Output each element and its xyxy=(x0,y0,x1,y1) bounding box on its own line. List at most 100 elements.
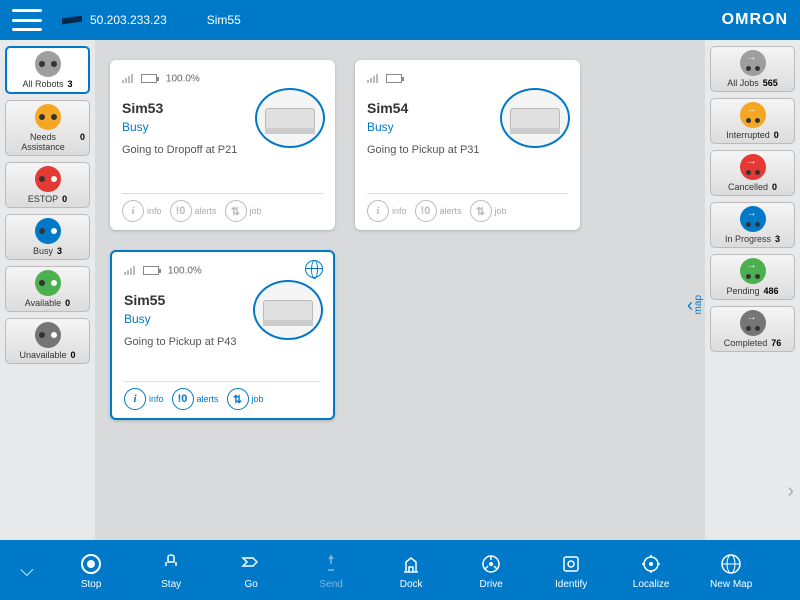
bottom-bar: ⌵ Stop Stay Go Send Dock Drive Identify Localiz… xyxy=(0,540,800,600)
filter-count: 486 xyxy=(764,286,779,296)
robot-card[interactable]: 100.0% Sim53 Busy Going to Dropoff at P2… xyxy=(110,60,335,230)
robot-filter-estop[interactable]: ESTOP 0 xyxy=(5,162,90,208)
filter-label: Completed xyxy=(724,338,768,348)
robot-image xyxy=(253,280,323,340)
go-button[interactable]: Go xyxy=(224,551,279,590)
signal-icon xyxy=(122,73,133,83)
main-area: 100.0% Sim53 Busy Going to Dropoff at P2… xyxy=(95,40,705,540)
ip-address: 50.203.233.23 xyxy=(90,13,167,27)
brand-logo: OMRON xyxy=(722,11,788,29)
filter-count: 0 xyxy=(772,182,777,192)
job-button[interactable]: ⇅job xyxy=(225,200,262,222)
signal-icon xyxy=(367,73,378,83)
job-status-icon xyxy=(740,154,766,180)
card-footer: iinfo !0alerts ⇅job xyxy=(124,381,321,410)
robot-image xyxy=(255,88,325,148)
filter-count: 3 xyxy=(775,234,780,244)
battery-icon xyxy=(141,74,157,83)
identify-icon xyxy=(558,551,584,577)
filter-count: 0 xyxy=(774,130,779,140)
button-label: Localize xyxy=(633,579,670,590)
job-button[interactable]: ⇅job xyxy=(227,388,264,410)
robot-status-icon xyxy=(35,166,61,192)
job-filter-cancelled[interactable]: Cancelled 0 xyxy=(710,150,795,196)
button-label: New Map xyxy=(710,579,752,590)
filter-count: 565 xyxy=(763,78,778,88)
button-label: Stop xyxy=(81,579,102,590)
button-label: Identify xyxy=(555,579,587,590)
dock-icon xyxy=(398,551,424,577)
robot-filter-all-robots[interactable]: All Robots 3 xyxy=(5,46,90,94)
new-map-icon xyxy=(718,551,744,577)
drive-icon xyxy=(478,551,504,577)
robot-card[interactable]: Sim54 Busy Going to Pickup at P31 iinfo … xyxy=(355,60,580,230)
signal-icon xyxy=(124,265,135,275)
robot-status-icon xyxy=(35,51,61,77)
robot-status-icon xyxy=(35,270,61,296)
job-filter-all-jobs[interactable]: All Jobs 565 xyxy=(710,46,795,92)
dock-button[interactable]: Dock xyxy=(384,551,439,590)
right-sidebar: All Jobs 565Interrupted 0Cancelled 0In P… xyxy=(705,40,800,540)
filter-label: Needs Assistance xyxy=(10,132,76,152)
alerts-button[interactable]: !0alerts xyxy=(172,388,219,410)
expand-icon[interactable]: ⌵ xyxy=(20,560,34,581)
job-filter-pending[interactable]: Pending 486 xyxy=(710,254,795,300)
menu-icon[interactable] xyxy=(12,9,42,31)
left-sidebar: All Robots 3 Needs Assistance 0 ESTOP 0 Bus… xyxy=(0,40,95,540)
robot-filter-available[interactable]: Available 0 xyxy=(5,266,90,312)
filter-label: All Jobs xyxy=(727,78,759,88)
robot-filter-busy[interactable]: Busy 3 xyxy=(5,214,90,260)
localize-button[interactable]: Localize xyxy=(624,551,679,590)
battery-pct: 100.0% xyxy=(168,265,202,276)
button-label: Send xyxy=(319,579,342,590)
filter-count: 0 xyxy=(71,350,76,360)
top-bar: 50.203.233.23 Sim55 OMRON xyxy=(0,0,800,40)
filter-label: Cancelled xyxy=(728,182,768,192)
battery-pct: 100.0% xyxy=(166,73,200,84)
stop-button[interactable]: Stop xyxy=(64,551,119,590)
robot-status-icon xyxy=(35,322,61,348)
job-status-icon xyxy=(740,310,766,336)
cap-icon xyxy=(62,14,82,26)
alerts-button[interactable]: !0alerts xyxy=(415,200,462,222)
job-filter-completed[interactable]: Completed 76 xyxy=(710,306,795,352)
filter-label: ESTOP xyxy=(28,194,58,204)
battery-icon xyxy=(143,266,159,275)
job-status-icon xyxy=(740,50,766,76)
identify-button[interactable]: Identify xyxy=(544,551,599,590)
new-map-button[interactable]: New Map xyxy=(704,551,759,590)
button-label: Drive xyxy=(479,579,502,590)
stay-icon xyxy=(158,551,184,577)
robot-card[interactable]: 100.0% Sim55 Busy Going to Pickup at P43… xyxy=(110,250,335,420)
info-button[interactable]: iinfo xyxy=(122,200,162,222)
stay-button[interactable]: Stay xyxy=(144,551,199,590)
job-status-icon xyxy=(740,206,766,232)
battery-icon xyxy=(386,74,402,83)
filter-label: Unavailable xyxy=(19,350,66,360)
robot-image xyxy=(500,88,570,148)
robot-filter-unavailable[interactable]: Unavailable 0 xyxy=(5,318,90,364)
filter-count: 0 xyxy=(80,132,85,152)
filter-label: Interrupted xyxy=(726,130,770,140)
job-filter-interrupted[interactable]: Interrupted 0 xyxy=(710,98,795,144)
card-header: 100.0% xyxy=(122,70,323,88)
alerts-button[interactable]: !0alerts xyxy=(170,200,217,222)
robot-filter-needs-assistance[interactable]: Needs Assistance 0 xyxy=(5,100,90,156)
send-button[interactable]: Send xyxy=(304,551,359,590)
filter-count: 0 xyxy=(65,298,70,308)
map-tab[interactable]: ‹ map xyxy=(687,280,705,330)
map-label: map xyxy=(693,295,704,314)
job-filter-in-progress[interactable]: In Progress 3 xyxy=(710,202,795,248)
localize-icon xyxy=(638,551,664,577)
drive-button[interactable]: Drive xyxy=(464,551,519,590)
robot-status-icon xyxy=(35,104,61,130)
filter-label: Busy xyxy=(33,246,53,256)
chevron-right-icon[interactable]: › xyxy=(787,480,794,503)
info-button[interactable]: iinfo xyxy=(367,200,407,222)
globe-icon[interactable] xyxy=(305,260,323,278)
job-status-icon xyxy=(740,258,766,284)
robot-status-icon xyxy=(35,218,61,244)
card-header: 100.0% xyxy=(124,262,321,280)
job-button[interactable]: ⇅job xyxy=(470,200,507,222)
info-button[interactable]: iinfo xyxy=(124,388,164,410)
